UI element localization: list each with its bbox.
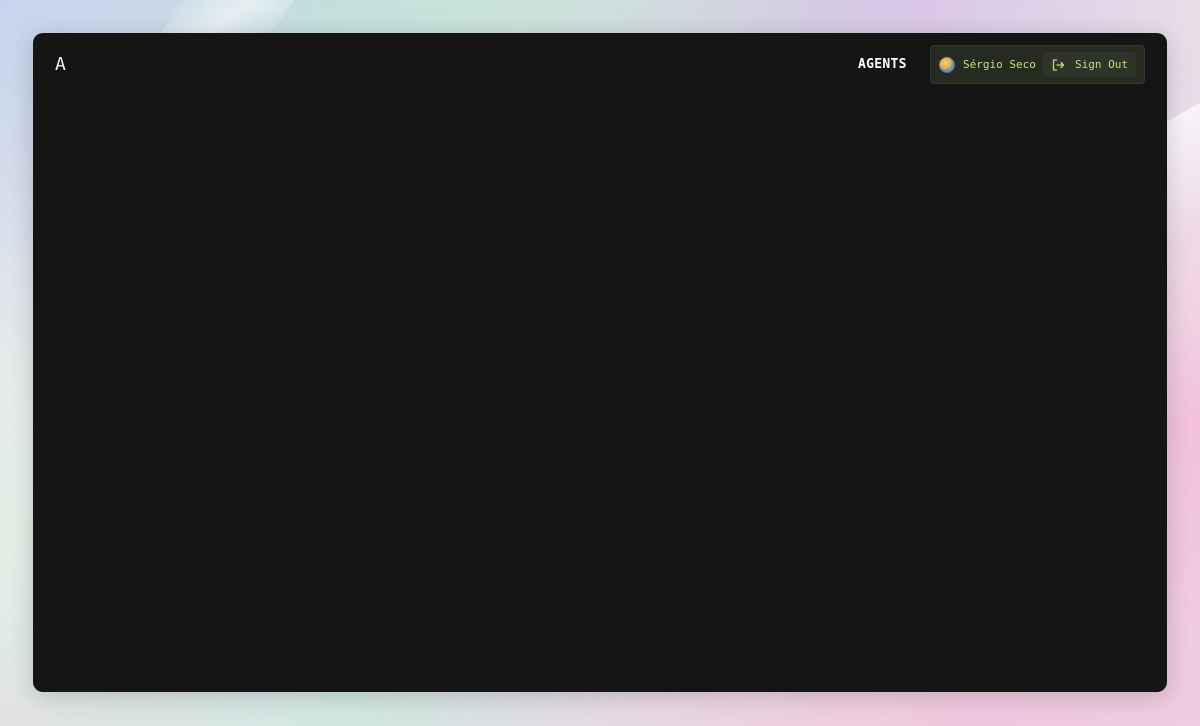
logo[interactable]: A (55, 54, 66, 76)
main-content-area (33, 97, 1167, 692)
sign-out-label: Sign Out (1075, 57, 1128, 71)
sign-out-icon (1051, 58, 1065, 72)
app-window: A AGENTS Sérgio Seco Sign Out (33, 33, 1167, 692)
avatar-emoji-icon (939, 57, 955, 73)
sign-out-button[interactable]: Sign Out (1043, 52, 1136, 77)
user-panel: Sérgio Seco Sign Out (930, 45, 1145, 84)
top-header: A AGENTS Sérgio Seco Sign Out (33, 33, 1167, 97)
user-name: Sérgio Seco (963, 58, 1036, 71)
nav-agents-link[interactable]: AGENTS (858, 56, 907, 74)
